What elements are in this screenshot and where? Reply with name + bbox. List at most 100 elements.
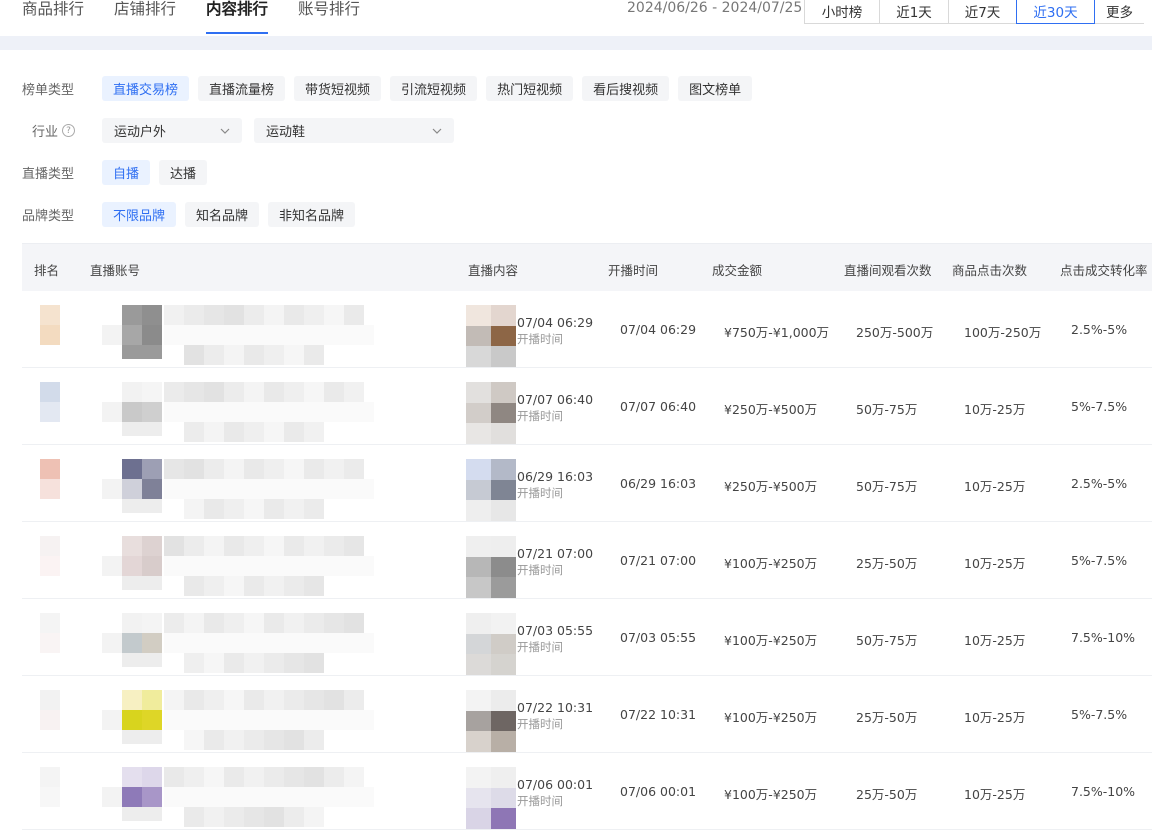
content-date: 07/04 06:29 xyxy=(517,315,594,330)
content-sub-label: 开播时间 xyxy=(517,332,563,346)
chip-traffic-video[interactable]: 引流短视频 xyxy=(390,76,478,101)
rate-cell: 5%-7.5% xyxy=(1071,707,1128,722)
chip-known-brands[interactable]: 知名品牌 xyxy=(185,202,260,227)
table-header: 排名 直播账号 直播内容 开播时间 成交金额 直播间观看次数 商品点击次数 点击… xyxy=(22,243,1152,291)
tab-shop-rank[interactable]: 店铺排行 xyxy=(114,0,176,34)
rate-cell: 2.5%-5% xyxy=(1071,476,1128,491)
content-thumbnail[interactable] xyxy=(466,690,516,752)
header-rank: 排名 xyxy=(34,263,60,278)
range-more-button[interactable]: 更多 xyxy=(1094,0,1144,24)
content-date: 07/03 05:55 xyxy=(517,623,594,638)
tab-product-rank[interactable]: 商品排行 xyxy=(22,0,84,34)
tab-content-rank[interactable]: 内容排行 xyxy=(206,0,269,34)
content-thumbnail[interactable] xyxy=(466,767,516,829)
chevron-down-icon xyxy=(432,123,442,138)
content-date: 07/07 06:40 xyxy=(517,392,594,407)
chip-image-text[interactable]: 图文榜单 xyxy=(678,76,753,101)
chip-live-trade[interactable]: 直播交易榜 xyxy=(102,76,190,101)
content-thumbnail[interactable] xyxy=(466,536,516,598)
chip-hot-video[interactable]: 热门短视频 xyxy=(486,76,574,101)
content-thumbnail[interactable] xyxy=(466,613,516,675)
chip-influencer-live[interactable]: 达播 xyxy=(159,160,208,185)
industry-select-value: 运动户外 xyxy=(114,125,167,140)
start-time-cell: 07/21 07:00 xyxy=(620,553,697,568)
start-time-cell: 07/04 06:29 xyxy=(620,322,697,337)
filter-label: 直播类型 xyxy=(22,167,75,182)
range-button-group: 小时榜 近1天 近7天 近30天 更多 xyxy=(804,0,1144,24)
content-thumbnail[interactable] xyxy=(466,305,516,367)
chip-self-live[interactable]: 自播 xyxy=(102,160,151,185)
filter-list-type: 榜单类型 直播交易榜 直播流量榜 带货短视频 引流短视频 热门短视频 看后搜视频… xyxy=(22,76,761,101)
start-time-cell: 07/06 00:01 xyxy=(620,784,697,799)
views-cell: 25万-50万 xyxy=(856,710,918,725)
clicks-cell: 100万-250万 xyxy=(964,325,1042,340)
clicks-cell: 10万-25万 xyxy=(964,787,1026,802)
amount-cell: ¥100万-¥250万 xyxy=(724,633,818,648)
filter-industry: 行业? 运动户外 运动鞋 xyxy=(32,118,466,143)
help-icon[interactable]: ? xyxy=(62,124,76,137)
content-date: 07/22 10:31 xyxy=(517,700,594,715)
table-row[interactable]: 07/21 07:00 开播时间 07/21 07:00 ¥100万-¥250万 25万… xyxy=(22,522,1152,599)
date-range-text: 2024/06/26 - 2024/07/25 xyxy=(627,0,803,16)
table-row[interactable]: 06/29 16:03 开播时间 06/29 16:03 ¥250万-¥500万 50万… xyxy=(22,445,1152,522)
tab-account-rank[interactable]: 账号排行 xyxy=(298,0,360,34)
start-time-cell: 07/03 05:55 xyxy=(620,630,697,645)
range-7day-button[interactable]: 近7天 xyxy=(948,0,1017,24)
views-cell: 25万-50万 xyxy=(856,787,918,802)
amount-cell: ¥100万-¥250万 xyxy=(724,556,818,571)
chip-search-video[interactable]: 看后搜视频 xyxy=(582,76,670,101)
header-start-time: 开播时间 xyxy=(608,263,659,278)
amount-cell: ¥250万-¥500万 xyxy=(724,402,818,417)
chip-all-brands[interactable]: 不限品牌 xyxy=(102,202,177,227)
industry-select[interactable]: 运动户外 xyxy=(102,118,242,143)
views-cell: 25万-50万 xyxy=(856,556,918,571)
chip-sales-video[interactable]: 带货短视频 xyxy=(294,76,382,101)
content-date: 06/29 16:03 xyxy=(517,469,594,484)
subcategory-select-value: 运动鞋 xyxy=(266,125,306,140)
amount-cell: ¥100万-¥250万 xyxy=(724,710,818,725)
industry-label: 行业 xyxy=(32,125,59,140)
clicks-cell: 10万-25万 xyxy=(964,710,1026,725)
start-time-cell: 06/29 16:03 xyxy=(620,476,697,491)
table-row[interactable]: 07/07 06:40 开播时间 07/07 06:40 ¥250万-¥500万 50万… xyxy=(22,368,1152,445)
header-views[interactable]: 直播间观看次数 xyxy=(844,260,932,279)
header-account: 直播账号 xyxy=(90,263,141,278)
clicks-cell: 10万-25万 xyxy=(964,402,1026,417)
start-time-cell: 07/22 10:31 xyxy=(620,707,697,722)
content-sub-label: 开播时间 xyxy=(517,563,563,577)
range-30day-button[interactable]: 近30天 xyxy=(1016,0,1095,24)
filter-brand-type: 品牌类型 不限品牌 知名品牌 非知名品牌 xyxy=(22,202,364,227)
content-sub-label: 开播时间 xyxy=(517,486,563,500)
chip-live-traffic[interactable]: 直播流量榜 xyxy=(198,76,286,101)
ranking-table: 排名 直播账号 直播内容 开播时间 成交金额 直播间观看次数 商品点击次数 点击… xyxy=(22,243,1152,830)
table-row[interactable]: 07/06 00:01 开播时间 07/06 00:01 ¥100万-¥250万 25万… xyxy=(22,753,1152,830)
views-cell: 50万-75万 xyxy=(856,479,918,494)
chip-unknown-brands[interactable]: 非知名品牌 xyxy=(268,202,356,227)
rate-cell: 5%-7.5% xyxy=(1071,553,1128,568)
filter-label: 行业? xyxy=(32,121,102,140)
header-amount[interactable]: 成交金额 xyxy=(712,260,762,279)
header-content: 直播内容 xyxy=(468,263,519,278)
rate-cell: 5%-7.5% xyxy=(1071,399,1128,414)
content-date: 07/06 00:01 xyxy=(517,777,594,792)
table-row[interactable]: 07/22 10:31 开播时间 07/22 10:31 ¥100万-¥250万 25万… xyxy=(22,676,1152,753)
subcategory-select[interactable]: 运动鞋 xyxy=(254,118,454,143)
content-thumbnail[interactable] xyxy=(466,382,516,444)
filter-live-type: 直播类型 自播 达播 xyxy=(22,160,216,185)
content-thumbnail[interactable] xyxy=(466,459,516,521)
rate-cell: 2.5%-5% xyxy=(1071,322,1128,337)
table-row[interactable]: 07/03 05:55 开播时间 07/03 05:55 ¥100万-¥250万 50万… xyxy=(22,599,1152,676)
header-rate[interactable]: 点击成交转化率 xyxy=(1060,260,1148,279)
content-date: 07/21 07:00 xyxy=(517,546,594,561)
range-1day-button[interactable]: 近1天 xyxy=(879,0,949,24)
views-cell: 50万-75万 xyxy=(856,633,918,648)
top-bar: 商品排行 店铺排行 内容排行 账号排行 2024/06/26 - 2024/07… xyxy=(0,0,1152,36)
views-cell: 50万-75万 xyxy=(856,402,918,417)
table-row[interactable]: 07/04 06:29 开播时间 07/04 06:29 ¥750万-¥1,000万 2… xyxy=(22,291,1152,368)
filter-label: 品牌类型 xyxy=(22,209,75,224)
content-sub-label: 开播时间 xyxy=(517,640,563,654)
header-clicks[interactable]: 商品点击次数 xyxy=(952,260,1027,279)
filter-label: 榜单类型 xyxy=(22,83,75,98)
range-hourly-button[interactable]: 小时榜 xyxy=(804,0,880,24)
amount-cell: ¥100万-¥250万 xyxy=(724,787,818,802)
